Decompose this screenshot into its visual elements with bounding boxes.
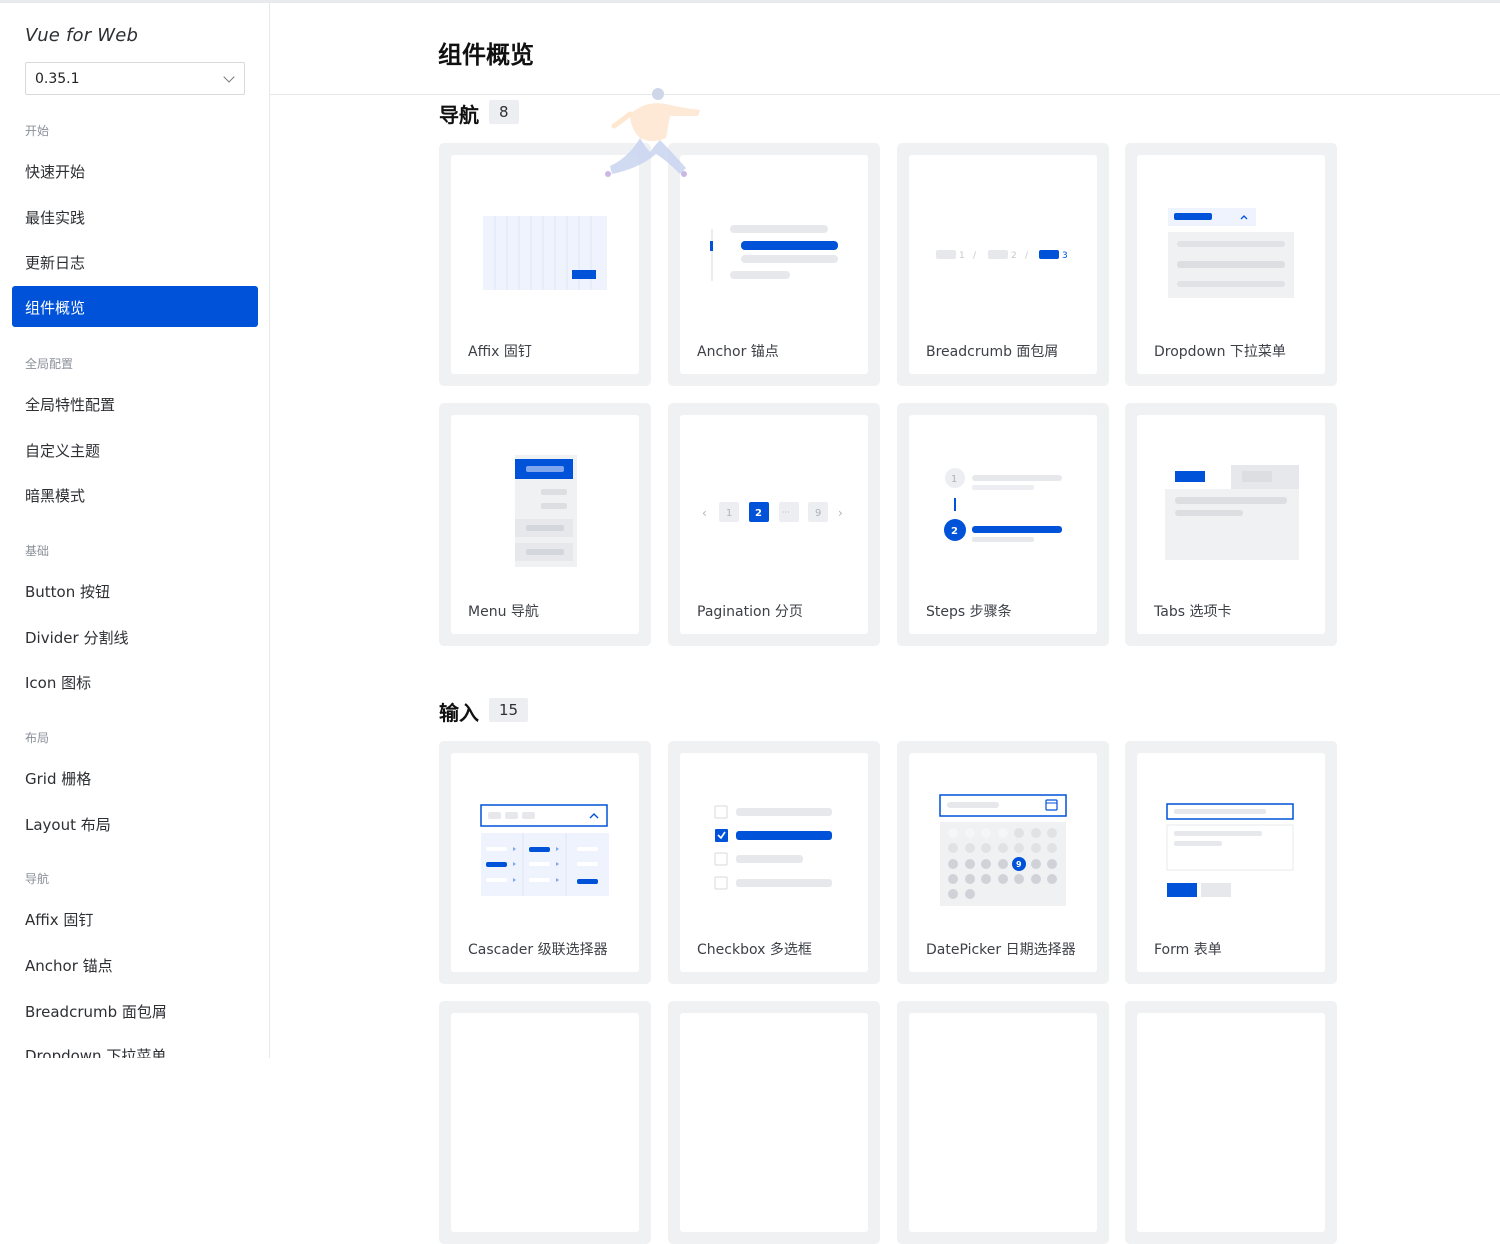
card-label: Anchor 锚点 — [697, 344, 779, 360]
card-label: DatePicker 日期选择器 — [926, 942, 1076, 958]
page-title: 组件概览 — [438, 41, 534, 69]
sidebar-item-dark-mode[interactable]: 暗黑模式 — [25, 485, 85, 506]
section-count-badge: 8 — [489, 100, 519, 124]
cascader-illustration — [480, 804, 609, 896]
sidebar-item-global-config[interactable]: 全局特性配置 — [25, 394, 115, 415]
sidebar-item-quick-start[interactable]: 快速开始 — [25, 161, 85, 182]
component-card-partial[interactable] — [897, 1001, 1109, 1244]
steps-illustration: 1 2 — [944, 468, 1062, 542]
sidebar-item-dropdown[interactable]: Dropdown 下拉菜单 — [25, 1045, 166, 1058]
sidebar-item-best-practice[interactable]: 最佳实践 — [25, 207, 85, 228]
component-card-partial[interactable] — [668, 1001, 880, 1244]
breadcrumb-illustration: 1 / 2 / 3 — [936, 250, 1068, 261]
section-count-badge: 15 — [489, 698, 529, 722]
form-illustration — [1166, 803, 1294, 897]
sidebar-item-icon[interactable]: Icon 图标 — [25, 672, 91, 693]
component-card-datepicker[interactable]: 9 DatePicker 日期选择器 — [897, 741, 1109, 984]
sidebar-item-overview[interactable]: 组件概览 — [12, 286, 258, 327]
sidebar-item-breadcrumb[interactable]: Breadcrumb 面包屑 — [25, 1001, 167, 1022]
sidebar: Vue for Web 0.35.1 开始 快速开始 最佳实践 更新日志 组件概… — [0, 3, 270, 1058]
card-label: Pagination 分页 — [697, 604, 803, 620]
card-label: Menu 导航 — [468, 604, 539, 620]
component-card-partial[interactable] — [439, 1001, 651, 1244]
breadcrumb-separator: / — [973, 251, 977, 261]
component-card-menu[interactable]: Menu 导航 — [439, 403, 651, 646]
sidebar-item-changelog[interactable]: 更新日志 — [25, 252, 85, 273]
nav-group-layout: 布局 — [25, 731, 50, 745]
datepicker-selected-day: 9 — [1016, 860, 1022, 869]
pagination-illustration: ‹ 1 2 ··· 9 › — [702, 502, 843, 522]
breadcrumb-step-1: 1 — [959, 251, 965, 261]
datepicker-illustration: 9 — [939, 794, 1067, 906]
dropdown-illustration — [1168, 208, 1294, 298]
menu-illustration — [515, 455, 577, 567]
version-value: 0.35.1 — [35, 70, 80, 87]
component-card-checkbox[interactable]: Checkbox 多选框 — [668, 741, 880, 984]
version-select[interactable]: 0.35.1 — [25, 62, 245, 95]
checkbox-illustration — [714, 805, 832, 890]
card-label: Cascader 级联选择器 — [468, 942, 608, 958]
card-label: Steps 步骤条 — [926, 604, 1012, 620]
pagination-prev: ‹ — [702, 506, 707, 520]
component-card-cascader[interactable]: Cascader 级联选择器 — [439, 741, 651, 984]
component-card-pagination[interactable]: ‹ 1 2 ··· 9 › Pagination 分页 — [668, 403, 880, 646]
component-card-dropdown[interactable]: Dropdown 下拉菜单 — [1125, 143, 1337, 386]
nav-group-basic: 基础 — [25, 544, 50, 558]
component-card-tabs[interactable]: Tabs 选项卡 — [1125, 403, 1337, 646]
tabs-illustration — [1165, 465, 1299, 560]
sidebar-item-custom-theme[interactable]: 自定义主题 — [25, 440, 100, 461]
sidebar-item-divider[interactable]: Divider 分割线 — [25, 627, 128, 648]
sidebar-item-label: 组件概览 — [25, 299, 86, 317]
pagination-page-9: 9 — [815, 508, 821, 519]
component-card-breadcrumb[interactable]: 1 / 2 / 3 Breadcrumb 面包屑 — [897, 143, 1109, 386]
component-card-form[interactable]: Form 表单 — [1125, 741, 1337, 984]
sidebar-item-anchor[interactable]: Anchor 锚点 — [25, 955, 113, 976]
nav-group-global-config: 全局配置 — [25, 357, 74, 371]
breadcrumb-separator: / — [1025, 251, 1029, 261]
pagination-page-1: 1 — [726, 508, 732, 519]
section-title-navigation: 导航 — [439, 103, 479, 127]
page-header: 组件概览 — [270, 3, 1500, 95]
pagination-next: › — [838, 506, 843, 520]
component-card-steps[interactable]: 1 2 Steps 步骤条 — [897, 403, 1109, 646]
sidebar-item-grid[interactable]: Grid 栅格 — [25, 768, 91, 789]
sidebar-item-affix[interactable]: Affix 固钉 — [25, 909, 93, 930]
component-card-partial[interactable] — [1125, 1001, 1337, 1244]
sidebar-item-layout[interactable]: Layout 布局 — [25, 814, 111, 835]
step-1-number: 1 — [951, 474, 957, 485]
pagination-ellipsis: ··· — [782, 508, 790, 517]
chevron-down-icon — [223, 71, 235, 83]
card-label: Breadcrumb 面包屑 — [926, 344, 1059, 360]
card-label: Checkbox 多选框 — [697, 942, 812, 958]
card-label: Dropdown 下拉菜单 — [1154, 344, 1286, 360]
step-2-number: 2 — [951, 526, 958, 537]
breadcrumb-step-2: 2 — [1011, 251, 1017, 261]
card-label: Form 表单 — [1154, 942, 1222, 958]
pagination-page-2: 2 — [755, 508, 762, 519]
breadcrumb-step-3: 3 — [1062, 251, 1068, 261]
nav-group-navigation: 导航 — [25, 872, 50, 886]
nav-group-start: 开始 — [25, 124, 50, 138]
mascot-illustration — [605, 88, 700, 177]
sidebar-item-button[interactable]: Button 按钮 — [25, 581, 110, 602]
section-title-input: 输入 — [439, 701, 479, 725]
card-label: Tabs 选项卡 — [1154, 604, 1232, 620]
brand-title: Vue for Web — [25, 25, 139, 46]
card-label: Affix 固钉 — [468, 344, 532, 360]
